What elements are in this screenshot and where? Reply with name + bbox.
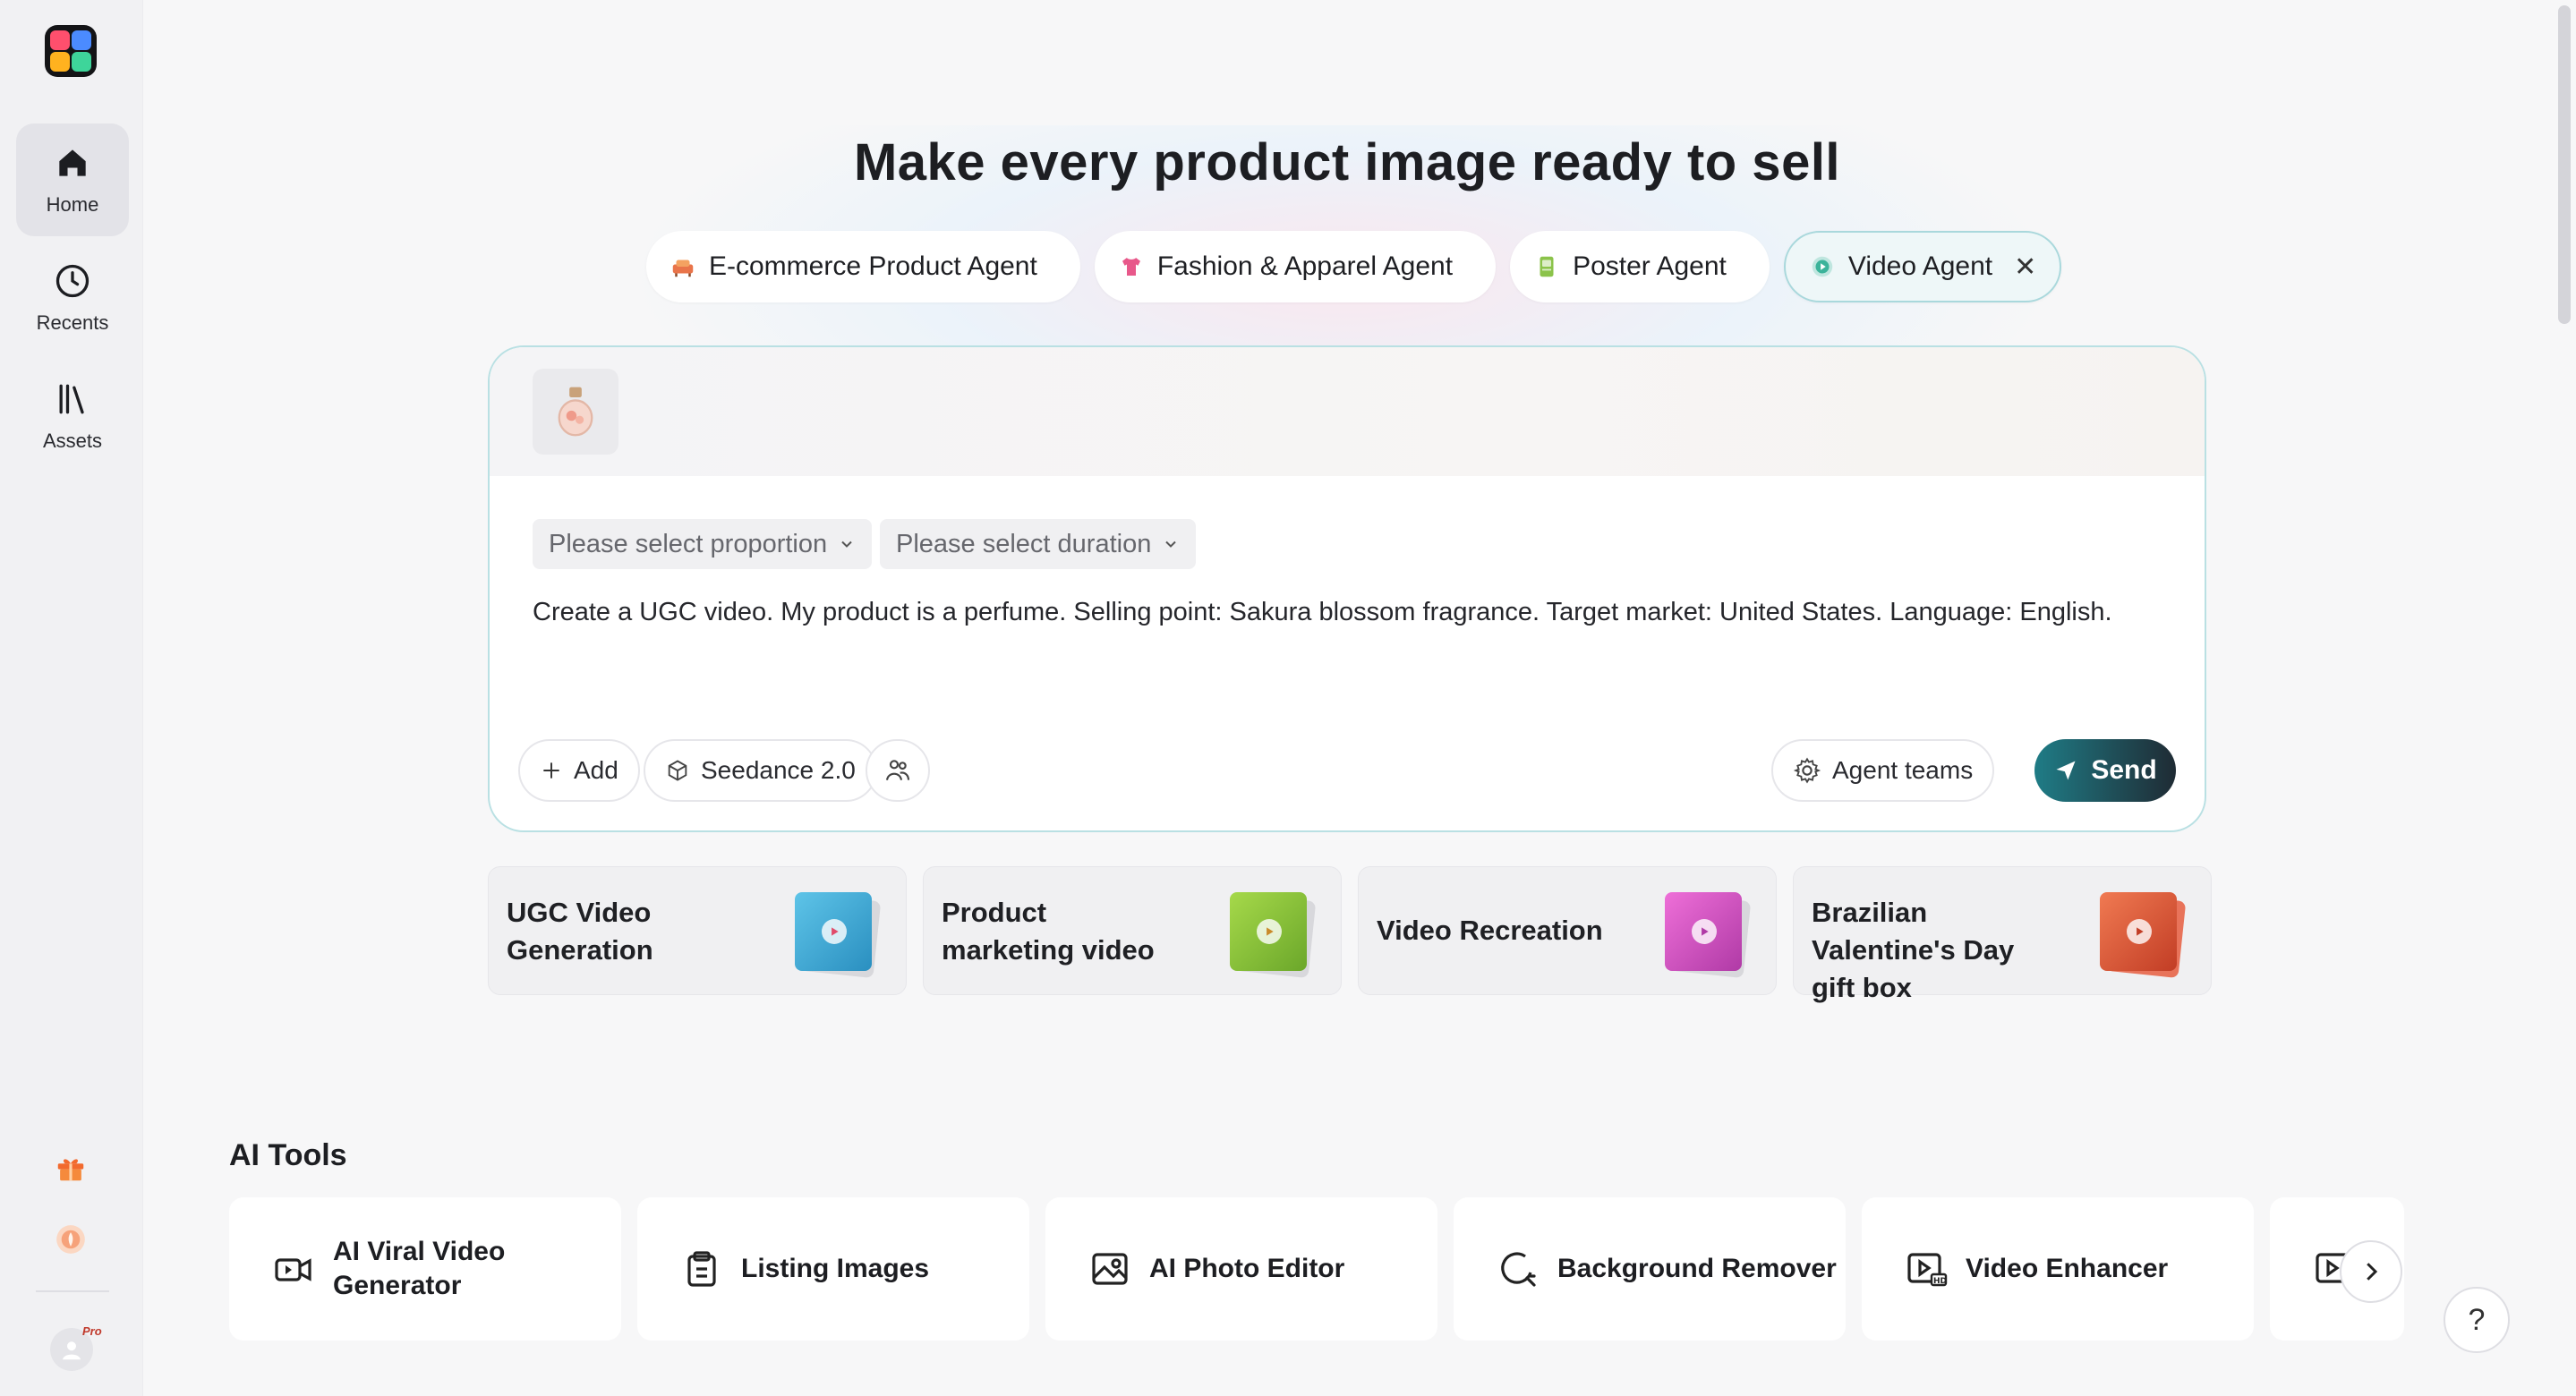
page-title: Make every product image ready to sell [853, 133, 1841, 192]
sidebar-item-label: Recents [36, 311, 109, 334]
gift-icon[interactable] [54, 1151, 88, 1185]
card-thumbnail [1230, 892, 1317, 979]
app-logo[interactable] [45, 25, 97, 77]
ai-tools-list: AI Viral Video Generator Listing Images … [229, 1197, 2404, 1341]
product-thumbnail[interactable] [533, 369, 618, 455]
background-remover-icon [1501, 1252, 1536, 1287]
ai-tools-title: AI Tools [229, 1138, 347, 1172]
card-label: Video Recreation [1377, 915, 1603, 946]
tab-video-agent[interactable]: Video Agent ✕ [1783, 231, 2062, 302]
sidebar-item-label: Home [46, 193, 99, 216]
duration-select-value: Please select duration [896, 529, 1152, 558]
video-hd-icon: HD [1907, 1253, 1948, 1287]
perfume-bottle-icon [558, 387, 593, 437]
proportion-select-value: Please select proportion [549, 529, 828, 558]
send-icon [2056, 761, 2076, 780]
add-button-label: Add [574, 756, 618, 784]
pro-badge: Pro [82, 1324, 102, 1338]
card-thumbnail [2100, 892, 2187, 979]
tab-fashion-apparel-agent[interactable]: Fashion & Apparel Agent [1094, 231, 1497, 302]
proportion-select[interactable]: Please select proportion [533, 519, 873, 569]
library-icon [59, 384, 84, 414]
tool-label: AI Photo Editor [1149, 1254, 1345, 1283]
sidebar-item-assets[interactable]: Assets [16, 360, 129, 472]
tool-label: Video Enhancer [1966, 1254, 2169, 1283]
play-icon [1692, 919, 1717, 944]
card-label: UGC Video Generation [507, 897, 653, 966]
tool-label: Listing Images [741, 1254, 930, 1283]
tool-video-enhancer[interactable]: HD Video Enhancer [1862, 1197, 2254, 1341]
prompt-composer: Please select proportion Please select d… [488, 345, 2206, 832]
model-select-button[interactable]: Seedance 2.0 [644, 739, 877, 802]
suggestion-video-recreation[interactable]: Video Recreation [1358, 866, 1777, 995]
help-button[interactable]: ? [2444, 1287, 2510, 1353]
tshirt-icon [1122, 258, 1140, 276]
agent-teams-button[interactable]: Agent teams [1771, 739, 1995, 802]
close-icon[interactable]: ✕ [2014, 251, 2036, 283]
tool-ai-viral-video-generator[interactable]: AI Viral Video Generator [229, 1197, 621, 1341]
tab-label: E-commerce Product Agent [709, 251, 1037, 281]
tab-label: Fashion & Apparel Agent [1156, 251, 1454, 281]
video-camera-icon [275, 1258, 311, 1281]
people-icon [885, 760, 910, 780]
tool-label: Background Remover [1557, 1254, 1837, 1283]
play-icon [1257, 919, 1282, 944]
play-icon [822, 919, 847, 944]
model-select-label: Seedance 2.0 [701, 756, 856, 784]
play-icon [2127, 919, 2152, 944]
tab-label: Poster Agent [1573, 251, 1727, 281]
listing-icon [687, 1251, 716, 1287]
agent-teams-label: Agent teams [1832, 756, 1974, 784]
attachment-area [490, 347, 2205, 476]
chevron-down-icon [841, 541, 852, 548]
tools-next-button[interactable] [2340, 1240, 2402, 1303]
tool-listing-images[interactable]: Listing Images [637, 1197, 1029, 1341]
card-label: Brazilian Valentine's Day gift box [1812, 897, 2015, 1003]
tab-label: Video Agent [1847, 251, 1993, 281]
sidebar-divider [36, 1290, 109, 1292]
add-button[interactable]: Add [518, 739, 640, 802]
prompt-input[interactable]: Create a UGC video. My product is a perf… [533, 594, 2162, 630]
tool-ai-photo-editor[interactable]: AI Photo Editor [1045, 1197, 1437, 1341]
duration-select[interactable]: Please select duration [880, 519, 1197, 569]
chevron-right-icon [2367, 1263, 2378, 1281]
send-button[interactable]: Send [2034, 739, 2176, 802]
send-button-label: Send [2091, 755, 2157, 785]
suggestion-cards: UGC Video Generation Product marketing v… [488, 866, 2212, 1003]
suggestion-brazilian-valentines-gift-box[interactable]: Brazilian Valentine's Day gift box [1793, 866, 2212, 1003]
clock-icon [55, 264, 90, 298]
coin-icon[interactable] [54, 1222, 88, 1256]
suggestion-product-marketing-video[interactable]: Product marketing video [923, 866, 1342, 995]
scrollbar-thumb[interactable] [2558, 5, 2571, 324]
agent-tabs: E-commerce Product Agent Fashion & Appar… [646, 231, 2062, 302]
sidebar-item-label: Assets [42, 430, 103, 452]
poster-icon [1540, 256, 1554, 277]
plus-icon [543, 762, 559, 779]
suggestion-ugc-video-generation[interactable]: UGC Video Generation [488, 866, 907, 995]
cube-icon [668, 760, 687, 781]
user-icon [63, 1341, 81, 1360]
card-thumbnail [795, 892, 882, 979]
sidebar-item-recents[interactable]: Recents [16, 242, 129, 354]
tool-background-remover[interactable]: Background Remover [1454, 1197, 1846, 1341]
tab-ecommerce-product-agent[interactable]: E-commerce Product Agent [646, 231, 1080, 302]
chevron-down-icon [1165, 541, 1177, 548]
tool-label: AI Viral Video Generator [333, 1237, 506, 1300]
character-button[interactable] [866, 739, 930, 802]
sofa-icon [672, 260, 694, 277]
card-thumbnail [1665, 892, 1752, 979]
svg-text:HD: HD [1933, 1277, 1947, 1286]
sidebar: Home Recents Assets Pro [0, 0, 143, 1396]
card-label: Product marketing video [942, 897, 1155, 966]
video-agent-icon [1812, 256, 1833, 277]
photo-icon [1092, 1253, 1128, 1285]
tab-poster-agent[interactable]: Poster Agent [1510, 231, 1770, 302]
gear-icon [1793, 757, 1821, 784]
